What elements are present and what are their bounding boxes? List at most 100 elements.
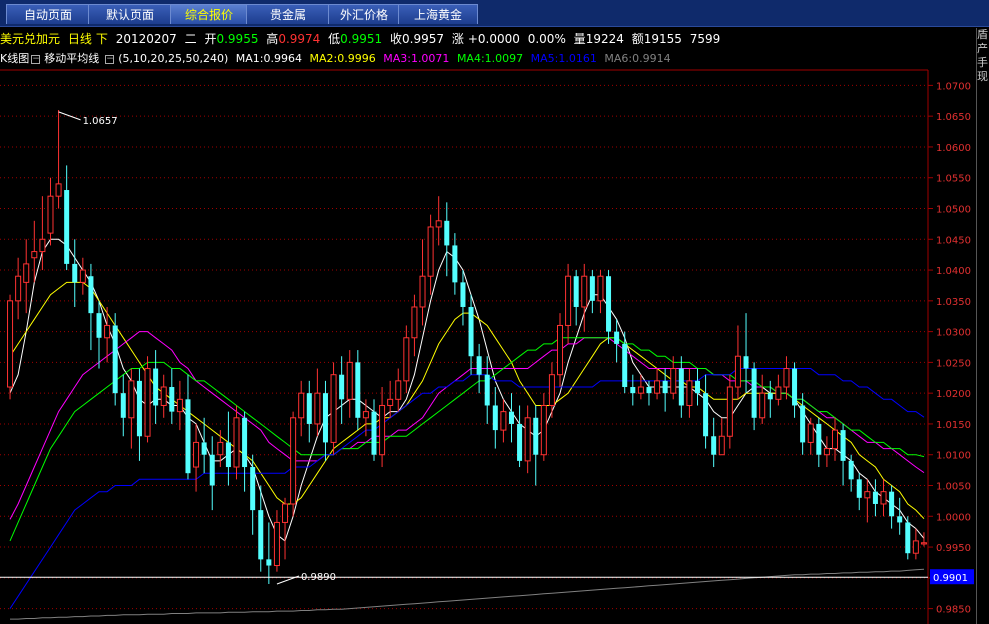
candle-down: [201, 417, 207, 474]
candle-body: [233, 417, 240, 468]
candle-up: [7, 294, 14, 400]
candle-body: [581, 275, 588, 308]
candle-body: [322, 393, 328, 443]
candle-down: [816, 417, 822, 468]
candle-body: [775, 386, 782, 400]
candle-body: [548, 374, 555, 406]
y-tick-label: 1.0550: [936, 174, 971, 185]
candle-body: [362, 411, 369, 419]
candle-up: [144, 356, 151, 443]
candle-up: [282, 497, 289, 560]
y-tick-label: 1.0250: [936, 358, 971, 369]
candle-body: [920, 542, 927, 545]
candle-down: [614, 319, 620, 363]
candle-body: [694, 380, 701, 394]
candle-body: [743, 356, 749, 369]
candle-body: [387, 398, 394, 406]
candle-body: [371, 411, 377, 455]
candle-down: [889, 485, 895, 529]
candle-body: [783, 368, 790, 388]
candle-body: [654, 380, 661, 394]
annotation-label: 1.0657: [83, 116, 118, 127]
candle-body: [686, 380, 693, 406]
candle-body: [646, 387, 652, 394]
candle-down: [371, 399, 377, 461]
candle-body: [905, 522, 911, 554]
candle-body: [15, 275, 22, 302]
candle-body: [734, 355, 741, 388]
candle-body: [823, 448, 830, 456]
candle-body: [452, 245, 458, 283]
candle-body: [670, 368, 677, 394]
candle-down: [856, 473, 862, 511]
candle-up: [193, 423, 200, 492]
candle-down: [72, 239, 78, 307]
y-tick-label: 1.0350: [936, 297, 971, 308]
y-tick-label: 1.0300: [936, 328, 971, 339]
candle-down: [306, 380, 312, 443]
candle-up: [23, 239, 30, 314]
candle-up: [775, 374, 782, 406]
candle-up: [15, 257, 22, 320]
candle-down: [905, 516, 911, 560]
y-tick-label: 1.0200: [936, 389, 971, 400]
candle-down: [96, 300, 102, 369]
y-tick-label: 1.0700: [936, 81, 971, 92]
candle-down: [792, 362, 798, 418]
candle-down: [322, 380, 328, 461]
candle-body: [88, 276, 94, 314]
candle-body: [492, 405, 498, 431]
candle-body: [258, 510, 264, 560]
candle-body: [330, 374, 337, 443]
candle-body: [718, 435, 725, 456]
candle-up: [411, 294, 418, 357]
candle-body: [242, 417, 248, 468]
candle-body: [540, 404, 547, 456]
candle-body: [856, 479, 862, 498]
candle-body: [460, 282, 466, 307]
candle-body: [703, 393, 709, 437]
candle-body: [39, 238, 46, 253]
candle-down: [339, 356, 345, 424]
candle-body: [533, 417, 539, 455]
side-panel-label: 现: [977, 70, 988, 83]
candle-up: [362, 399, 369, 437]
candle-body: [55, 183, 62, 197]
candle-down: [153, 350, 159, 424]
candle-up: [379, 387, 386, 468]
candle-body: [225, 442, 231, 468]
candle-down: [751, 362, 757, 431]
candle-body: [614, 331, 620, 344]
side-panel-label: 产: [977, 42, 988, 55]
candle-up: [290, 411, 297, 517]
candle-up: [637, 374, 644, 400]
candle-body: [209, 454, 215, 486]
candle-body: [427, 226, 434, 277]
candle-body: [136, 380, 142, 437]
candle-up: [726, 374, 733, 449]
candle-up: [128, 368, 135, 449]
candle-body: [411, 306, 418, 339]
candle-body: [128, 380, 135, 419]
candle-up: [557, 313, 564, 388]
candle-body: [47, 195, 54, 234]
candle-body: [573, 276, 579, 307]
candle-down: [225, 411, 231, 486]
candle-down: [169, 368, 175, 424]
candle-body: [185, 399, 191, 474]
y-tick-label: 1.0500: [936, 205, 971, 216]
candle-body: [606, 276, 612, 332]
candle-down: [444, 202, 450, 277]
candlestick-chart[interactable]: 1.06570.9890 1.07001.06501.06001.05501.0…: [0, 0, 989, 624]
candle-down: [250, 454, 256, 535]
candle-down: [484, 356, 490, 424]
candle-down: [872, 479, 878, 517]
candle-down: [848, 454, 854, 492]
candle-body: [104, 324, 111, 339]
candle-body: [176, 398, 183, 413]
candle-up: [298, 380, 305, 437]
candle-up: [823, 436, 830, 468]
candle-body: [726, 386, 733, 437]
candle-up: [654, 368, 661, 400]
side-panel-label: 盾: [977, 28, 988, 41]
